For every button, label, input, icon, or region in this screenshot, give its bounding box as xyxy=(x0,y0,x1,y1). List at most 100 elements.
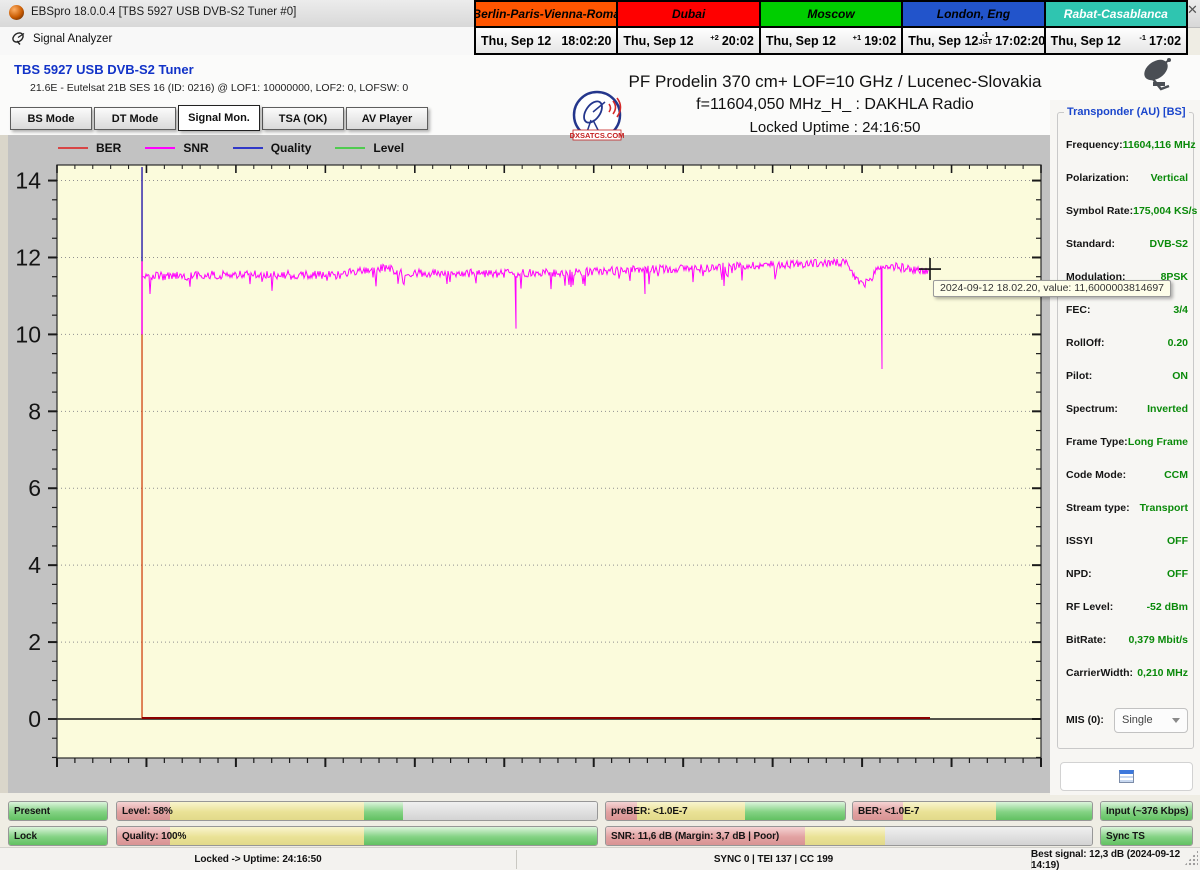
status-sync-counters: SYNC 0 | TEI 137 | CC 199 xyxy=(516,848,1031,870)
transponder-row-pilot: Pilot:ON xyxy=(1066,366,1188,386)
clock-city-label: Moscow xyxy=(761,2,901,28)
gauge-segment-yellow xyxy=(170,802,364,820)
chevron-down-icon xyxy=(1172,718,1180,723)
gauge-quality-100: Quality: 100% xyxy=(116,826,598,846)
gauge-segment-yellow xyxy=(805,827,885,845)
tab-av-player[interactable]: AV Player xyxy=(346,107,428,130)
y-axis-tick-label: 6 xyxy=(28,475,41,501)
transponder-row-label: Polarization: xyxy=(1066,172,1129,184)
transponder-row-value: -52 dBm xyxy=(1147,601,1188,613)
world-clocks: Berlin-Paris-Vienna-Roma Thu, Sep 12 18:02… xyxy=(474,0,1188,55)
mis-row: MIS (0): Single xyxy=(1066,706,1188,734)
menu-signal-analyzer[interactable]: Signal Analyzer xyxy=(12,32,112,45)
clock-utc-offset: +1 xyxy=(853,34,862,41)
gauge-level-58: Level: 58% xyxy=(116,801,598,821)
clock-datetime: Thu, Sep 12-1JST17:02:20 xyxy=(903,28,1043,53)
clock-city-label: London, Eng xyxy=(903,2,1043,28)
transponder-row-label: Standard: xyxy=(1066,238,1115,250)
y-axis-tick-label: 4 xyxy=(28,552,41,578)
transponder-row-frequency: Frequency:11604,116 MHz xyxy=(1066,135,1188,155)
transponder-row-symbol-rate: Symbol Rate:175,004 KS/s xyxy=(1066,201,1188,221)
mis-select[interactable]: Single xyxy=(1114,708,1188,733)
transponder-row-label: RollOff: xyxy=(1066,337,1105,349)
transponder-groupbox: MIS (0): Single Frequency:11604,116 MHz P… xyxy=(1057,112,1194,749)
transponder-row-value: Vertical xyxy=(1151,172,1188,184)
gauge-label: Present xyxy=(14,802,50,820)
transponder-title: Transponder (AU) [BS] xyxy=(1064,106,1189,118)
clock-berlin-paris-vienna-roma: Berlin-Paris-Vienna-Roma Thu, Sep 12 18:02… xyxy=(476,2,616,53)
transponder-row-value: Inverted xyxy=(1147,403,1188,415)
gauge-label: Lock xyxy=(14,827,37,845)
signal-monitor-plot[interactable]: 02468101214 xyxy=(8,135,1050,793)
transponder-row-npd: NPD:OFF xyxy=(1066,564,1188,584)
gauge-label: Quality: 100% xyxy=(122,827,186,845)
clock-time: 18:02:20 xyxy=(561,34,611,48)
gauge-segment-green xyxy=(745,802,845,820)
gauge-lock: Lock xyxy=(8,826,108,846)
gauge-snr-11-6-db-margin-3-7-db-poor: SNR: 11,6 dB (Margin: 3,7 dB | Poor) xyxy=(605,826,1093,846)
transponder-row-value: DVB-S2 xyxy=(1149,238,1188,250)
gauge-ber-1-0e-7: BER: <1.0E-7 xyxy=(852,801,1093,821)
transponder-row-label: Symbol Rate: xyxy=(1066,205,1133,217)
status-best-signal: Best signal: 12,3 dB (2024-09-12 14:19) xyxy=(1031,848,1200,870)
close-icon[interactable]: ✕ xyxy=(1187,2,1198,18)
tab-tsa-ok[interactable]: TSA (OK) xyxy=(262,107,344,130)
tab-dt-mode[interactable]: DT Mode xyxy=(94,107,176,130)
gauge-input-376-kbps: Input (~376 Kbps) xyxy=(1100,801,1193,821)
clock-london-eng: London, EngThu, Sep 12-1JST17:02:20 xyxy=(901,2,1043,53)
transponder-row-label: NPD: xyxy=(1066,568,1092,580)
transponder-panel: MIS (0): Single Frequency:11604,116 MHz P… xyxy=(1050,100,1200,795)
antenna-header-line: PF Prodelin 370 cm+ LOF=10 GHz / Lucenec… xyxy=(600,72,1070,92)
gauge-segment-gray xyxy=(885,827,1092,845)
gauge-segment-green xyxy=(364,827,597,845)
transponder-row-value: 0,210 MHz xyxy=(1137,667,1188,679)
clock-utc-offset: -1JST xyxy=(978,31,992,45)
clock-city-label: Berlin-Paris-Vienna-Roma xyxy=(476,2,616,28)
clock-moscow: MoscowThu, Sep 12+119:02 xyxy=(759,2,901,53)
y-axis-tick-label: 2 xyxy=(28,629,41,655)
dxsatcs-logo-text: DXSATCS.COM xyxy=(570,131,625,140)
mis-label: MIS (0): xyxy=(1066,714,1104,726)
clock-date: Thu, Sep 12 xyxy=(481,34,551,48)
transponder-row-frame-type: Frame Type:Long Frame xyxy=(1066,432,1188,452)
clock-dubai: DubaiThu, Sep 12+220:02 xyxy=(616,2,758,53)
transponder-row-issyi: ISSYI OFF xyxy=(1066,531,1188,551)
transponder-row-carrierwidth: CarrierWidth:0,210 MHz xyxy=(1066,663,1188,683)
transponder-row-value: 175,004 KS/s xyxy=(1133,205,1197,217)
transponder-row-label: BitRate: xyxy=(1066,634,1106,646)
clock-time: 20:02 xyxy=(722,34,754,48)
gauge-segment-yellow xyxy=(170,827,364,845)
frequency-header-line: f=11604,050 MHz_H_ : DAKHLA Radio xyxy=(600,96,1070,114)
transponder-row-label: ISSYI xyxy=(1066,535,1093,547)
signal-chart-region: BERSNRQualityLevel 02468101214 xyxy=(8,135,1050,793)
transponder-row-value: 0,379 Mbit/s xyxy=(1128,634,1188,646)
tab-bs-mode[interactable]: BS Mode xyxy=(10,107,92,130)
menu-signal-analyzer-label: Signal Analyzer xyxy=(33,33,112,45)
gauge-sync-ts: Sync TS xyxy=(1100,826,1193,846)
tuner-name: TBS 5927 USB DVB-S2 Tuner xyxy=(14,62,194,77)
tab-signal-mon[interactable]: Signal Mon. xyxy=(178,105,260,131)
transponder-row-label: Pilot: xyxy=(1066,370,1092,382)
y-axis-tick-label: 14 xyxy=(15,168,41,194)
status-uptime: Locked -> Uptime: 24:16:50 xyxy=(0,848,516,870)
clock-date: Thu, Sep 12 xyxy=(908,34,978,48)
transponder-row-value: 11604,116 MHz xyxy=(1123,139,1196,151)
clock-datetime: Thu, Sep 12+220:02 xyxy=(618,28,758,53)
gauge-label: Sync TS xyxy=(1106,827,1145,845)
transponder-row-rolloff: RollOff:0.20 xyxy=(1066,333,1188,353)
transponder-row-stream-type: Stream type:Transport xyxy=(1066,498,1188,518)
window-title: EBSpro 18.0.0.4 [TBS 5927 USB DVB-S2 Tun… xyxy=(31,6,296,18)
transponder-row-value: OFF xyxy=(1167,535,1188,547)
clock-utc-offset: +2 xyxy=(710,34,719,41)
transponder-row-label: Spectrum: xyxy=(1066,403,1118,415)
y-axis-tick-label: 12 xyxy=(15,244,41,270)
locked-uptime-line: Locked Uptime : 24:16:50 xyxy=(600,119,1070,136)
transponder-row-polarization: Polarization: Vertical xyxy=(1066,168,1188,188)
transponder-row-value: 3/4 xyxy=(1173,304,1188,316)
tuner-details: 21.6E - Eutelsat 21B SES 16 (ID: 0216) @… xyxy=(30,82,408,94)
menu-bar: Signal Analyzer xyxy=(0,27,474,55)
gauge-label: BER: <1.0E-7 xyxy=(858,802,919,820)
stream-list-button[interactable] xyxy=(1060,762,1193,791)
dxsatcs-logo: DXSATCS.COM xyxy=(567,90,631,149)
clock-date: Thu, Sep 12 xyxy=(1051,34,1121,48)
